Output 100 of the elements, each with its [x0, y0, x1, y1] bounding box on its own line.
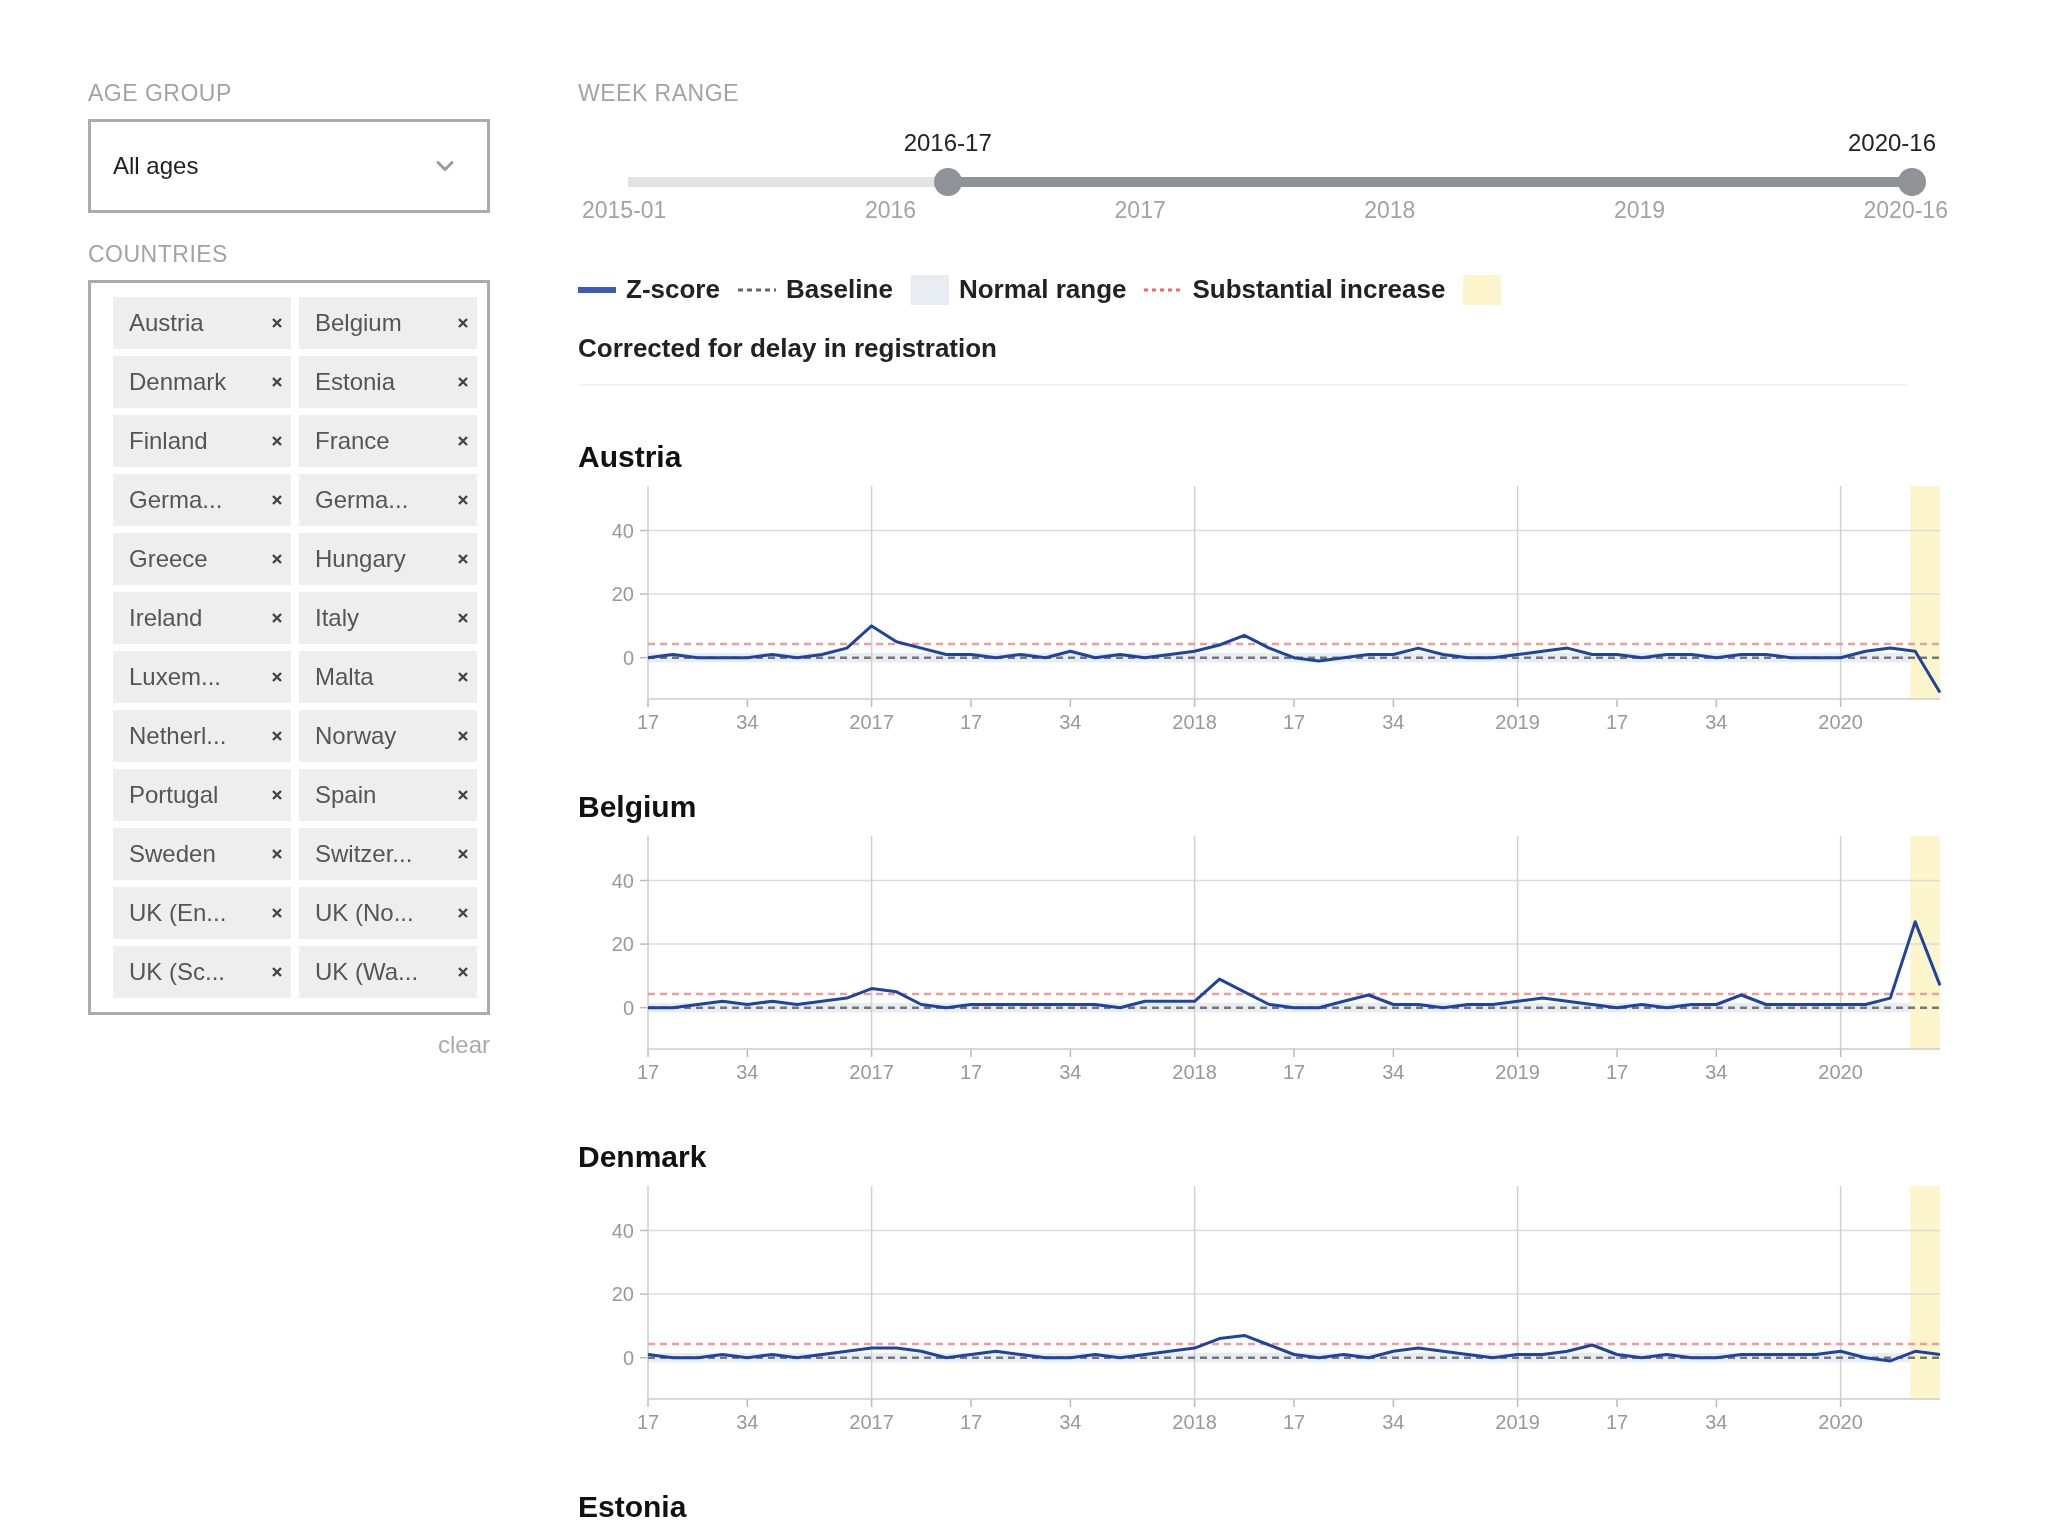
y-tick-label: 0 — [622, 1346, 634, 1369]
x-tick-label: 2017 — [849, 1411, 894, 1433]
x-tick-label: 2019 — [1495, 1061, 1540, 1083]
x-tick-label: 2019 — [1495, 711, 1540, 733]
slider-tick-label: 2017 — [1114, 197, 1166, 224]
tag-label: Finland — [129, 427, 208, 455]
x-tick-label: 2018 — [1172, 711, 1217, 733]
close-icon[interactable] — [271, 553, 283, 565]
close-icon[interactable] — [457, 376, 469, 388]
age-group-dropdown[interactable]: All ages — [88, 119, 490, 213]
legend-label: Baseline — [785, 274, 893, 305]
close-icon[interactable] — [457, 966, 469, 978]
x-tick-label: 34 — [1059, 1061, 1082, 1083]
close-icon[interactable] — [271, 376, 283, 388]
x-tick-label: 2020 — [1818, 711, 1863, 733]
x-tick-label: 2018 — [1172, 1061, 1217, 1083]
close-icon[interactable] — [271, 907, 283, 919]
tag-label: Italy — [315, 604, 359, 632]
close-icon[interactable] — [271, 671, 283, 683]
x-tick-label: 17 — [636, 1411, 660, 1433]
tag-label: UK (No... — [315, 899, 414, 927]
close-icon[interactable] — [457, 612, 469, 624]
tag-label: Austria — [129, 309, 204, 337]
handle-value: 2020-16 — [1847, 129, 1937, 157]
x-tick-label: 17 — [1605, 711, 1629, 733]
y-tick-label: 40 — [611, 869, 634, 892]
close-icon[interactable] — [271, 494, 283, 506]
tag-label: Netherl... — [129, 722, 227, 750]
x-tick-label: 17 — [959, 711, 983, 733]
x-tick-label: 34 — [1382, 711, 1405, 733]
x-tick-label: 34 — [1382, 1061, 1405, 1083]
field-label: WEEK RANGE — [578, 80, 740, 107]
close-icon[interactable] — [457, 553, 469, 565]
tag-label: France — [315, 427, 390, 455]
tag-label: Germa... — [129, 486, 223, 514]
close-icon[interactable] — [271, 730, 283, 742]
country-heading: Belgium — [578, 790, 698, 824]
x-tick-label: 2017 — [849, 711, 894, 733]
tag-label: Estonia — [315, 368, 396, 396]
tag-label: Sweden — [129, 840, 216, 868]
x-tick-label: 34 — [736, 1411, 759, 1433]
x-tick-label: 2019 — [1495, 1411, 1540, 1433]
tag-label: UK (Wa... — [315, 958, 419, 986]
x-tick-label: 2020 — [1818, 1411, 1863, 1433]
slider-handle[interactable] — [1898, 168, 1926, 196]
x-tick-label: 34 — [736, 711, 759, 733]
legend-label: Normal range — [958, 274, 1127, 305]
slider-tick-label: 2018 — [1364, 197, 1416, 224]
x-tick-label: 2020 — [1818, 1061, 1863, 1083]
y-tick-label: 40 — [611, 1219, 634, 1242]
y-tick-label: 20 — [611, 1283, 634, 1306]
x-tick-label: 34 — [1059, 1411, 1082, 1433]
slider-handle[interactable] — [933, 168, 962, 196]
legend-label: Z-score — [626, 274, 720, 305]
legend-label: Substantial increase — [1192, 274, 1446, 305]
y-tick-label: 40 — [611, 519, 634, 542]
country-selector[interactable]: Austria Belgium Denmark Estonia Finland France Germa... Germa... Greece Hungary Ireland Italy Luxem... Malta Netherl... Norway Portugal Spain Sweden Switzer... UK (En... UK (No... UK (Sc... UK (Wa... — [88, 280, 490, 1015]
close-icon[interactable] — [457, 848, 469, 860]
tag-label: Ireland — [129, 604, 203, 632]
close-icon[interactable] — [271, 966, 283, 978]
y-tick-label: 20 — [611, 583, 634, 606]
close-icon[interactable] — [457, 671, 469, 683]
close-icon[interactable] — [457, 907, 469, 919]
x-tick-label: 34 — [1059, 711, 1082, 733]
handle-value: 2016-17 — [903, 129, 992, 157]
x-tick-label: 17 — [959, 1061, 983, 1083]
x-tick-label: 34 — [1705, 1411, 1728, 1433]
x-tick-label: 17 — [1282, 1061, 1306, 1083]
x-tick-label: 2017 — [849, 1061, 894, 1083]
close-icon[interactable] — [271, 435, 283, 447]
close-icon[interactable] — [457, 730, 469, 742]
close-icon[interactable] — [271, 612, 283, 624]
close-icon[interactable] — [271, 789, 283, 801]
country-heading: Denmark — [578, 1140, 708, 1174]
tag-label: Germa... — [315, 486, 409, 514]
x-tick-label: 17 — [959, 1411, 983, 1433]
x-tick-label: 34 — [736, 1061, 759, 1083]
tag-label: Malta — [315, 663, 374, 691]
tag-label: Switzer... — [315, 840, 413, 868]
country-heading: Estonia — [578, 1490, 688, 1524]
close-icon[interactable] — [271, 848, 283, 860]
tag-label: UK (En... — [129, 899, 227, 927]
close-icon[interactable] — [457, 494, 469, 506]
dropdown-value: All ages — [113, 152, 199, 180]
tag-label: Hungary — [315, 545, 406, 573]
tag-label: Portugal — [129, 781, 219, 809]
field-label: COUNTRIES — [88, 241, 229, 268]
tag-label: Denmark — [129, 368, 227, 396]
x-tick-label: 34 — [1705, 711, 1728, 733]
x-tick-label: 17 — [636, 1061, 660, 1083]
x-tick-label: 34 — [1382, 1411, 1405, 1433]
slider-tick-label: 2019 — [1613, 197, 1666, 224]
country-heading: Austria — [578, 440, 683, 474]
x-tick-label: 34 — [1705, 1061, 1728, 1083]
close-icon[interactable] — [457, 435, 469, 447]
close-icon[interactable] — [457, 789, 469, 801]
field-label: AGE GROUP — [88, 80, 233, 107]
close-icon[interactable] — [457, 317, 469, 329]
tag-label: Spain — [315, 781, 377, 809]
close-icon[interactable] — [271, 317, 283, 329]
